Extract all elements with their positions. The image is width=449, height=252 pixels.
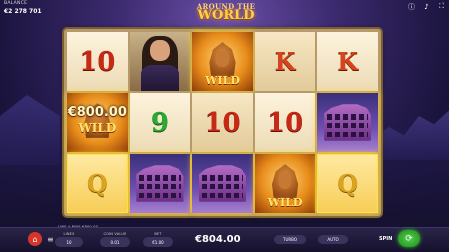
symbol-q: Q — [337, 169, 359, 198]
menu-icon[interactable]: ≡ — [47, 235, 54, 244]
reels-grid: 10 WILD K K €800.00 WILD 9 10 10 Q WILD Q — [67, 32, 378, 213]
win-amount: €804.00 — [195, 234, 241, 245]
home-icon: ⌂ — [32, 234, 38, 244]
symbol-q: Q — [86, 169, 108, 198]
reel-cell — [129, 154, 191, 213]
spin-button[interactable]: ⟳ — [398, 230, 420, 247]
fullscreen-icon[interactable]: ⛶ — [438, 2, 445, 10]
logo-line2: WORLD — [197, 7, 255, 23]
reel-cell: K — [254, 32, 316, 91]
lines-value: 10 — [66, 239, 72, 245]
spin-arrows-icon: ⟳ — [405, 233, 413, 244]
sound-icon[interactable]: ♪ — [423, 3, 430, 11]
colosseum-icon — [136, 165, 184, 202]
symbol-10: 10 — [267, 107, 304, 138]
symbol-9: 9 — [150, 107, 169, 138]
reel-cell: 10 — [254, 93, 316, 152]
explorer-woman-icon — [140, 65, 180, 91]
balance-display: BALANCE €2 278 701 — [4, 1, 42, 15]
colosseum-icon — [198, 165, 247, 202]
symbol-k: K — [337, 47, 359, 76]
reel-cell — [317, 93, 378, 152]
background-temple — [0, 95, 60, 165]
balance-label: BALANCE — [4, 1, 28, 6]
reel-cell: 10 — [192, 93, 253, 152]
spin-label: SPIN — [379, 236, 393, 242]
reel-cell: WILD — [192, 32, 253, 91]
reel-cell: Q — [317, 154, 378, 213]
symbol-10: 10 — [79, 46, 116, 77]
lines-control: LINES 10 — [55, 232, 83, 247]
auto-button[interactable]: AUTO — [318, 235, 348, 244]
coin-value-label: COIN VALUE — [103, 232, 127, 236]
lobby-button[interactable]: ⌂ — [28, 232, 42, 246]
bet-label: BET — [154, 232, 162, 236]
wild-label: WILD — [267, 196, 303, 209]
bet-control: BET €1.00 — [143, 232, 173, 247]
reel-cell: K — [317, 32, 378, 91]
turbo-button[interactable]: TURBO — [274, 235, 306, 244]
bet-value: €1.00 — [152, 239, 164, 245]
game-logo: AROUND THE WORLD — [186, 3, 266, 23]
reel-cell — [192, 154, 253, 213]
coin-value-value: 0.01 — [110, 239, 120, 245]
top-icons: ⓘ ♪ ⛶ — [408, 2, 445, 11]
wild-win-amount: €800.00 — [67, 105, 127, 120]
reel-cell: 9 — [129, 93, 191, 152]
wild-label: WILD — [78, 121, 117, 135]
reel-cell: €800.00 WILD — [67, 93, 128, 152]
reel-cell: Q — [67, 154, 128, 213]
reel-cell — [129, 32, 191, 91]
background-great-wall — [374, 110, 449, 160]
lines-label: LINES — [63, 232, 75, 236]
coin-value-control: COIN VALUE 0.01 — [100, 232, 130, 247]
colosseum-icon — [324, 104, 372, 141]
info-icon[interactable]: ⓘ — [408, 3, 415, 11]
wild-label: WILD — [205, 74, 240, 87]
symbol-k: K — [274, 47, 296, 76]
reel-cell: WILD — [254, 154, 316, 213]
balance-value: €2 278 701 — [4, 7, 42, 15]
reel-cell: 10 — [67, 32, 128, 91]
symbol-10: 10 — [204, 107, 241, 138]
